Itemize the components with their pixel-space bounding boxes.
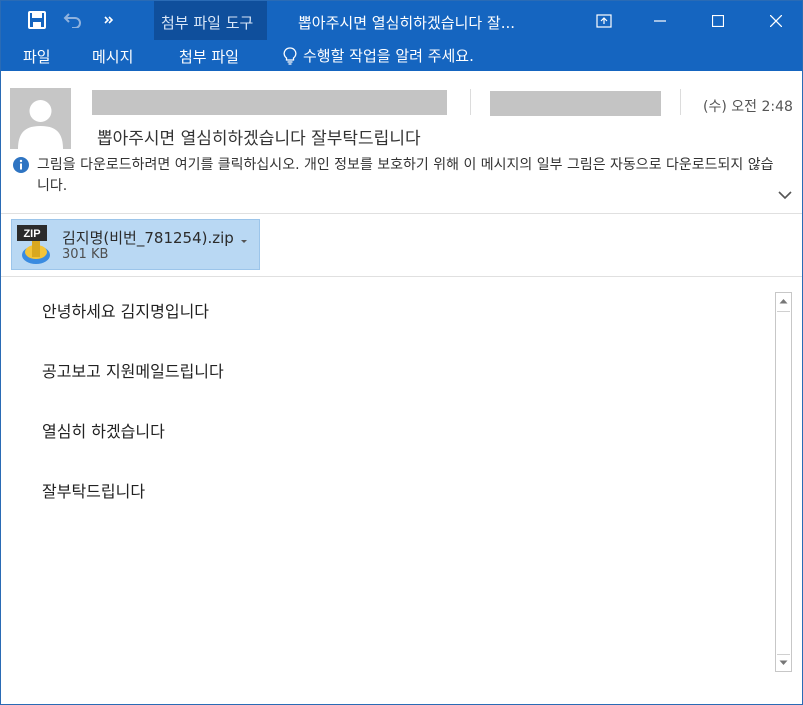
context-tab-group-title: 첨부 파일 도구 — [161, 14, 254, 32]
window-title: 뽑아주시면 열심히하겠습니다 잘... — [298, 14, 516, 32]
header-divider-2 — [680, 89, 681, 115]
message-subject: 뽑아주시면 열심히하겠습니다 잘부탁드립니다 — [97, 129, 421, 149]
message-header: (수) 오전 2:48 뽑아주시면 열심히하겠습니다 잘부탁드립니다 그림을 다… — [1, 71, 802, 213]
tab-message[interactable]: 메시지 — [92, 46, 133, 67]
attachment-dropdown-icon[interactable] — [238, 236, 250, 246]
info-icon — [13, 157, 29, 173]
tab-file[interactable]: 파일 — [23, 46, 51, 67]
sender-redacted — [92, 90, 447, 115]
scroll-up-icon[interactable] — [776, 293, 791, 309]
attachment-size: 301 KB — [62, 247, 109, 262]
scroll-down-icon[interactable] — [776, 655, 791, 671]
avatar — [10, 88, 71, 149]
maximize-icon[interactable] — [694, 1, 742, 40]
attachment-item[interactable]: ZIP 김지명(비번_781254).zip 301 KB — [11, 219, 260, 270]
title-bar: 첨부 파일 도구 뽑아주시면 열심히하겠습니다 잘... — [1, 1, 802, 40]
body-line: 열심히 하겠습니다 — [42, 422, 165, 441]
save-icon[interactable] — [25, 9, 49, 31]
divider-attachments — [1, 276, 802, 277]
body-line: 안녕하세요 김지명입니다 — [42, 302, 210, 321]
zip-file-icon: ZIP — [17, 225, 50, 264]
body-line: 잘부탁드립니다 — [42, 482, 146, 501]
chevron-down-icon[interactable] — [777, 189, 793, 201]
header-divider — [470, 89, 471, 115]
tell-me-label: 수행할 작업을 알려 주세요. — [303, 47, 474, 65]
ribbon-tabs: 파일 메시지 첨부 파일 수행할 작업을 알려 주세요. — [1, 40, 802, 71]
vertical-scrollbar[interactable] — [775, 292, 792, 672]
tell-me-box[interactable]: 수행할 작업을 알려 주세요. — [283, 45, 474, 66]
customize-qat-icon[interactable] — [97, 9, 121, 31]
outlook-message-window: 첨부 파일 도구 뽑아주시면 열심히하겠습니다 잘... 첨부 파일 도구 파일… — [0, 0, 803, 705]
scroll-track[interactable] — [777, 311, 790, 655]
lightbulb-icon — [283, 46, 297, 65]
attachment-name: 김지명(비번_781254).zip — [62, 229, 234, 247]
ribbon-display-icon[interactable] — [580, 1, 628, 40]
tab-attachment[interactable]: 첨부 파일 — [179, 46, 239, 67]
close-icon[interactable] — [752, 1, 800, 40]
download-pictures-infobar[interactable]: 그림을 다운로드하려면 여기를 클릭하십시오. 개인 정보를 보호하기 위해 이… — [37, 155, 777, 197]
undo-icon[interactable] — [61, 9, 85, 31]
recipient-redacted — [490, 91, 661, 116]
body-line: 공고보고 지원메일드립니다 — [42, 362, 224, 381]
zip-icon-label: ZIP — [23, 228, 40, 240]
divider-header — [1, 213, 802, 214]
minimize-icon[interactable] — [636, 1, 684, 40]
received-time: (수) 오전 2:48 — [703, 99, 793, 115]
